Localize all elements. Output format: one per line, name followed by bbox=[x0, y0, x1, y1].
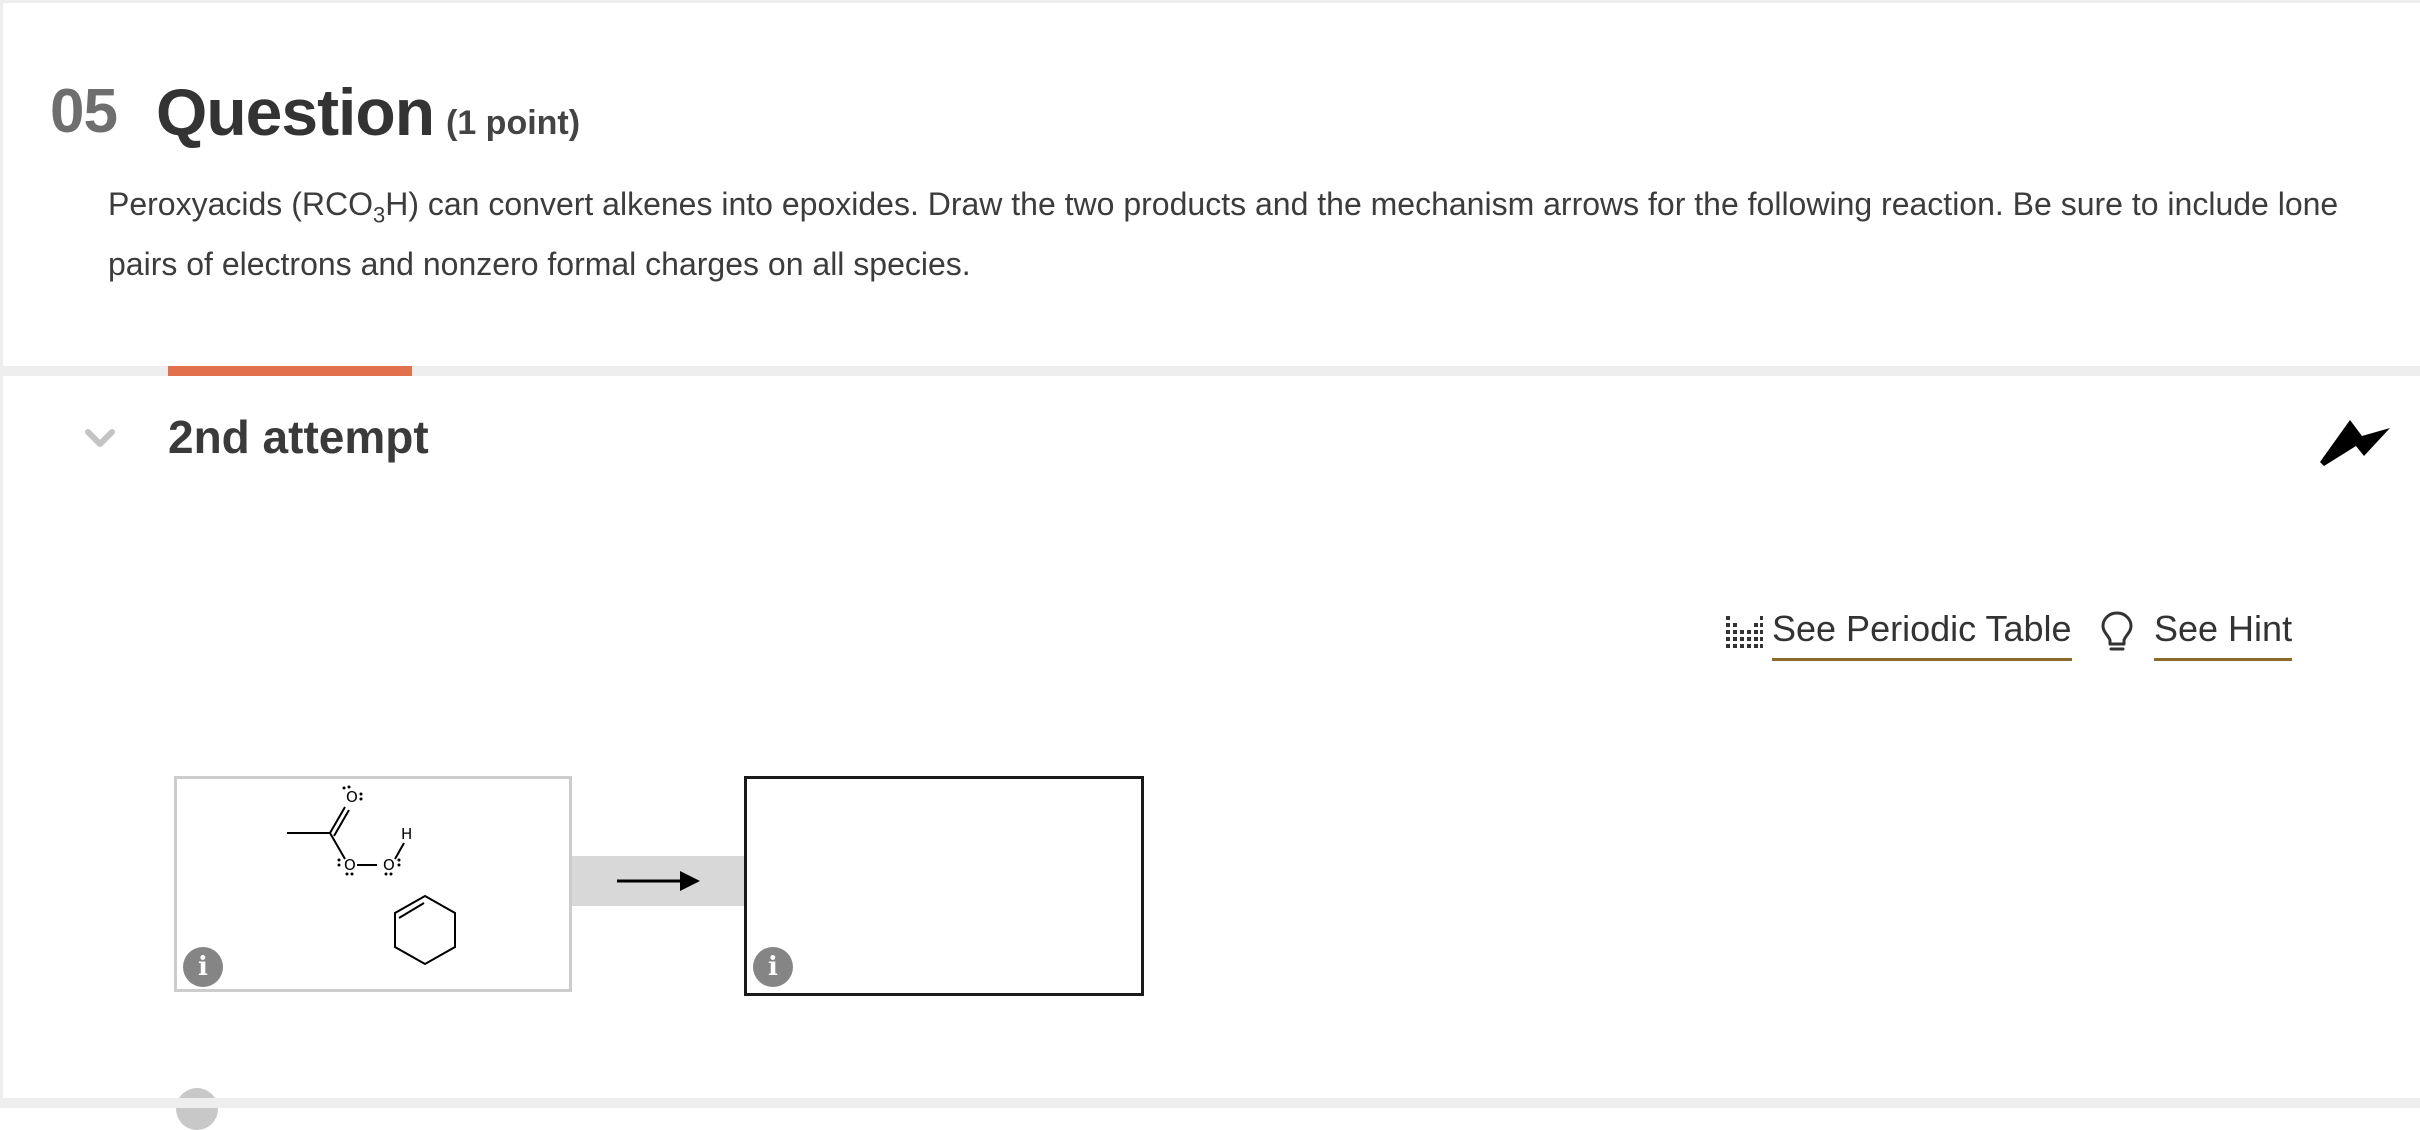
flag-icon[interactable] bbox=[2316, 412, 2392, 468]
question-number: 05 bbox=[50, 77, 118, 146]
info-icon[interactable]: i bbox=[753, 947, 793, 987]
attempt-tab-indicator bbox=[168, 366, 412, 376]
attempt-label: 2nd attempt bbox=[168, 411, 429, 463]
top-border bbox=[0, 0, 2420, 3]
ester-oxygen-label: O bbox=[344, 856, 356, 874]
question-title: Question bbox=[156, 75, 435, 149]
hydrogen-label: H bbox=[401, 825, 412, 843]
prompt-subscript: 3 bbox=[372, 202, 386, 228]
periodic-table-icon bbox=[1726, 616, 1763, 648]
bottom-border bbox=[0, 1098, 2420, 1108]
prompt-text-start: Peroxyacids (RCO bbox=[108, 186, 373, 222]
product-drawing-area[interactable]: i bbox=[744, 776, 1144, 996]
reactants-structure: O O O H bbox=[287, 785, 456, 966]
partial-info-icon bbox=[176, 1088, 218, 1130]
see-hint-label[interactable]: See Hint bbox=[2154, 608, 2293, 661]
see-hint-link[interactable]: See Hint bbox=[2100, 608, 2293, 661]
carbonyl-oxygen-label: O bbox=[346, 788, 358, 806]
question-prompt: Peroxyacids (RCO3H) can convert alkenes … bbox=[108, 174, 2368, 294]
reaction-arrow-band bbox=[572, 856, 746, 906]
see-periodic-table-label[interactable]: See Periodic Table bbox=[1772, 608, 2072, 661]
reactant-panel: O O O H i bbox=[174, 776, 572, 992]
lightbulb-icon bbox=[2101, 611, 2133, 651]
hydroxyl-oxygen-label: O bbox=[383, 856, 395, 874]
chevron-down-icon[interactable] bbox=[82, 420, 118, 456]
left-border bbox=[0, 0, 3, 1108]
prompt-text-end: H) can convert alkenes into epoxides. Dr… bbox=[108, 186, 2339, 282]
info-icon[interactable]: i bbox=[183, 947, 223, 987]
reaction-arrow-icon bbox=[617, 871, 700, 891]
question-points: (1 point) bbox=[446, 104, 581, 142]
see-periodic-table-link[interactable]: See Periodic Table bbox=[1724, 608, 2072, 661]
